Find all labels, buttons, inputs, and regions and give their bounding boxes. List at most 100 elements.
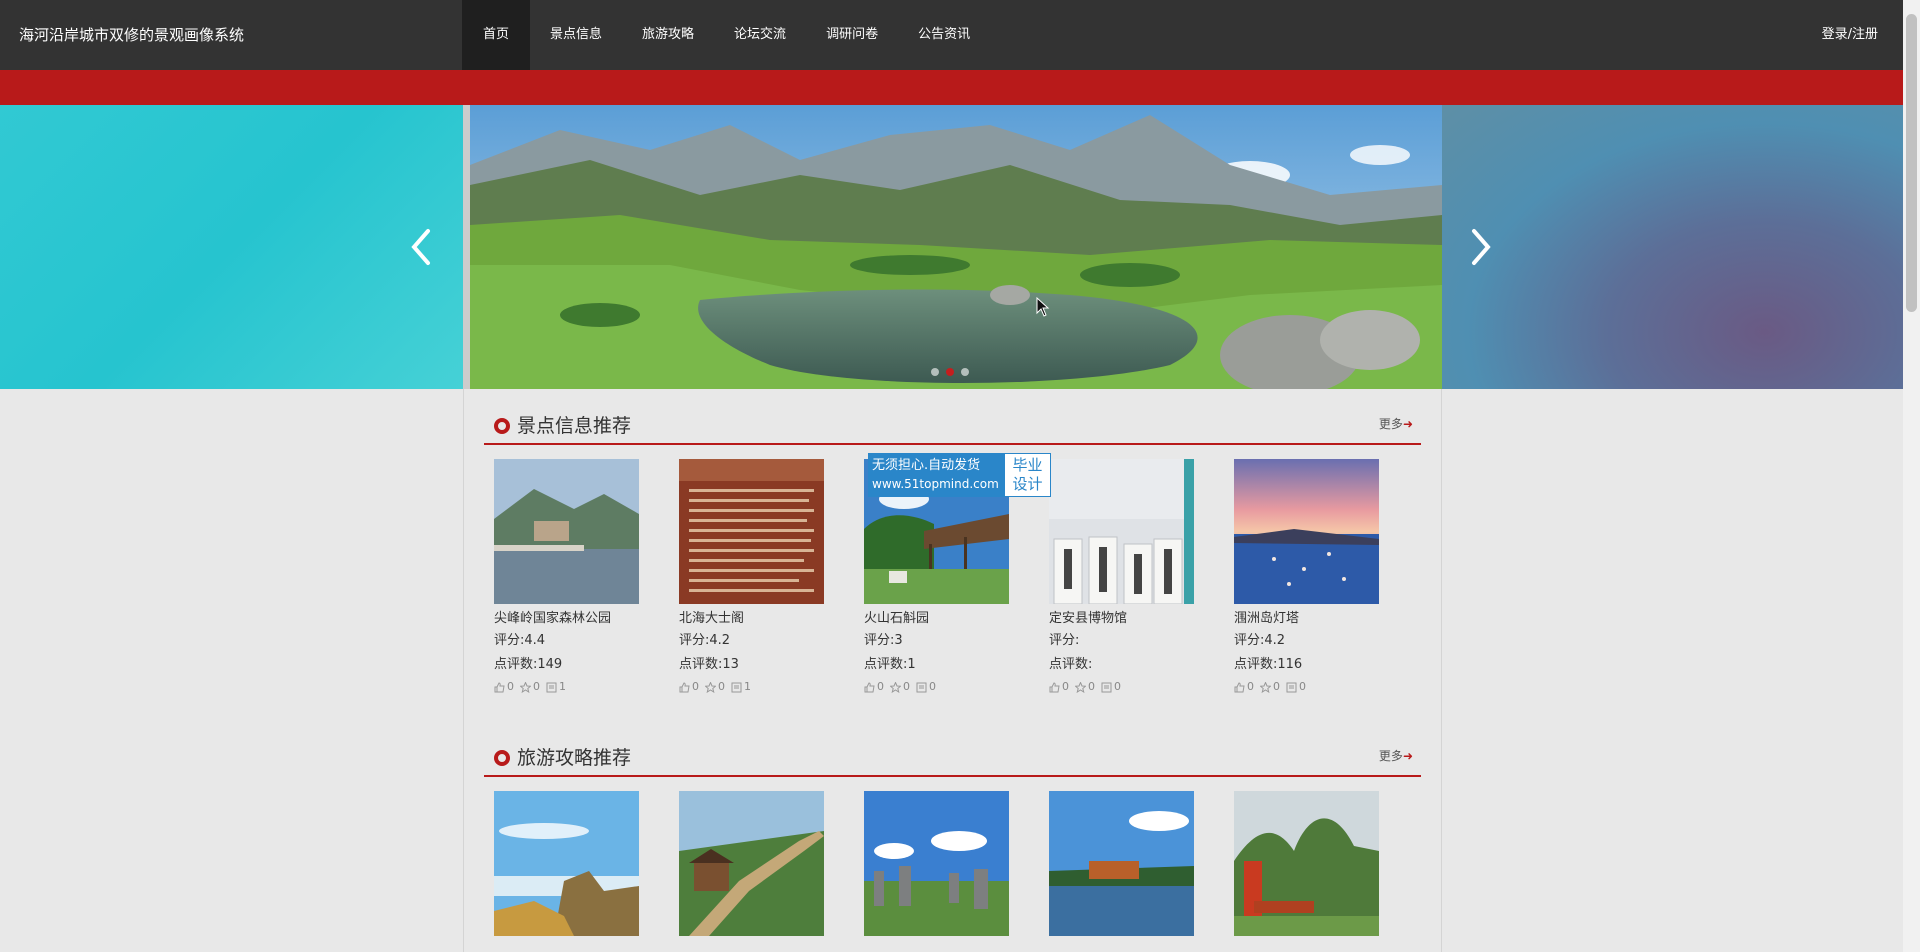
like-count: 0 xyxy=(877,680,884,693)
main-nav: 首页 景点信息 旅游攻略 论坛交流 调研问卷 公告资讯 xyxy=(462,0,990,70)
carousel-current-slide-image[interactable] xyxy=(470,105,1442,389)
comment-count: 1 xyxy=(559,680,566,693)
attraction-thumbnail[interactable] xyxy=(1234,459,1379,604)
nav-survey[interactable]: 调研问卷 xyxy=(806,0,898,70)
attraction-review-count: 点评数: xyxy=(1049,657,1093,672)
favorite-stat[interactable]: 0 xyxy=(890,677,910,697)
carousel-dot[interactable] xyxy=(931,368,939,376)
favorite-stat[interactable]: 0 xyxy=(1260,677,1280,697)
attraction-name[interactable]: 涠洲岛灯塔 xyxy=(1234,608,1379,629)
login-register-link[interactable]: 登录/注册 xyxy=(1822,0,1878,70)
guide-thumbnail[interactable] xyxy=(864,791,1009,936)
attraction-name[interactable]: 尖峰岭国家森林公园 xyxy=(494,608,639,629)
section-header: 旅游攻略推荐 更多➜ xyxy=(484,739,1421,777)
attractions-section: 景点信息推荐 更多➜ 尖峰岭国家森林公园 评分:4.4 点评数:149 0 0 … xyxy=(484,407,1421,693)
banner-carousel xyxy=(0,105,1903,389)
guide-thumbnail[interactable] xyxy=(1234,791,1379,936)
favorite-stat[interactable]: 0 xyxy=(520,677,540,697)
like-stat[interactable]: 0 xyxy=(494,677,514,697)
attraction-card: 尖峰岭国家森林公园 评分:4.4 点评数:149 0 0 1 xyxy=(494,459,639,697)
comment-count: 0 xyxy=(1299,680,1306,693)
nav-travel-guides[interactable]: 旅游攻略 xyxy=(622,0,714,70)
thumbs-up-icon xyxy=(864,681,875,692)
attraction-name[interactable]: 火山石斛园 xyxy=(864,608,1009,629)
carousel-dot-active[interactable] xyxy=(946,368,954,376)
guide-card xyxy=(1234,791,1379,936)
attraction-card: 定安县博物馆 评分: 点评数: 0 0 0 xyxy=(1049,459,1194,697)
comment-stat[interactable]: 1 xyxy=(731,677,751,697)
like-stat[interactable]: 0 xyxy=(679,677,699,697)
attraction-thumbnail[interactable] xyxy=(494,459,639,604)
attraction-rating: 评分:4.2 xyxy=(1234,633,1286,648)
attraction-rating: 评分:4.2 xyxy=(679,633,731,648)
mouse-cursor-icon xyxy=(1036,296,1050,321)
carousel-next-arrow-icon[interactable] xyxy=(1466,227,1496,267)
travel-guides-section: 旅游攻略推荐 更多➜ xyxy=(484,739,1421,936)
guide-cards xyxy=(494,791,1419,936)
watermark-line2: www.51topmind.com xyxy=(872,477,999,491)
favorite-count: 0 xyxy=(1088,680,1095,693)
nav-home[interactable]: 首页 xyxy=(462,0,531,70)
carousel-prev-arrow-icon[interactable] xyxy=(406,227,436,267)
guide-thumbnail[interactable] xyxy=(494,791,639,936)
attraction-stats: 0 0 0 xyxy=(864,677,1009,697)
watermark-side1: 毕业 xyxy=(1012,456,1043,474)
favorite-stat[interactable]: 0 xyxy=(705,677,725,697)
guide-card xyxy=(864,791,1009,936)
guide-card xyxy=(679,791,824,936)
attraction-stats: 0 0 0 xyxy=(1234,677,1379,697)
star-icon xyxy=(705,681,716,693)
scrollbar-thumb[interactable] xyxy=(1906,14,1917,312)
watermark-line1: 无须担心.自动发货 xyxy=(872,458,981,473)
guide-card xyxy=(494,791,639,936)
comment-stat[interactable]: 1 xyxy=(546,677,566,697)
like-stat[interactable]: 0 xyxy=(864,677,884,697)
section-header: 景点信息推荐 更多➜ xyxy=(484,407,1421,445)
guide-thumbnail[interactable] xyxy=(1049,791,1194,936)
site-title[interactable]: 海河沿岸城市双修的景观画像系统 xyxy=(19,0,244,70)
more-link[interactable]: 更多➜ xyxy=(1379,747,1413,764)
carousel-next-slide-image xyxy=(1442,105,1903,389)
carousel-dot[interactable] xyxy=(961,368,969,376)
like-stat[interactable]: 0 xyxy=(1049,677,1069,697)
like-count: 0 xyxy=(692,680,699,693)
more-label: 更多 xyxy=(1378,417,1403,431)
thumbs-up-icon xyxy=(1234,681,1245,692)
comment-count: 0 xyxy=(1114,680,1121,693)
attraction-stats: 0 0 0 xyxy=(1049,677,1194,697)
watermark-text: 无须担心.自动发货 www.51topmind.com xyxy=(868,453,1004,497)
attraction-thumbnail[interactable] xyxy=(1049,459,1194,604)
nav-announcements[interactable]: 公告资讯 xyxy=(898,0,990,70)
guide-thumbnail[interactable] xyxy=(679,791,824,936)
attraction-review-count: 点评数:13 xyxy=(679,657,739,672)
comment-stat[interactable]: 0 xyxy=(916,677,936,697)
comment-stat[interactable]: 0 xyxy=(1101,677,1121,697)
comment-icon xyxy=(1101,682,1112,692)
comment-stat[interactable]: 0 xyxy=(1286,677,1306,697)
favorite-stat[interactable]: 0 xyxy=(1075,677,1095,697)
arrow-right-icon: ➜ xyxy=(1402,417,1413,431)
like-stat[interactable]: 0 xyxy=(1234,677,1254,697)
attraction-stats: 0 0 1 xyxy=(494,677,639,697)
attraction-thumbnail[interactable] xyxy=(679,459,824,604)
watermark-badge[interactable]: 无须担心.自动发货 www.51topmind.com 毕业 设计 xyxy=(868,453,1051,497)
section-title: 景点信息推荐 xyxy=(517,415,632,437)
more-label: 更多 xyxy=(1378,749,1403,763)
watermark-side2: 设计 xyxy=(1012,475,1043,493)
star-icon xyxy=(520,681,531,693)
like-count: 0 xyxy=(1247,680,1254,693)
nav-attractions[interactable]: 景点信息 xyxy=(530,0,622,70)
arrow-right-icon: ➜ xyxy=(1402,749,1413,763)
guide-card xyxy=(1049,791,1194,936)
attraction-name[interactable]: 定安县博物馆 xyxy=(1049,608,1194,629)
nav-forum[interactable]: 论坛交流 xyxy=(714,0,806,70)
comment-count: 1 xyxy=(744,680,751,693)
attraction-rating: 评分: xyxy=(1049,633,1080,648)
attraction-name[interactable]: 北海大士阁 xyxy=(679,608,824,629)
comment-icon xyxy=(1286,682,1297,692)
page-scrollbar[interactable] xyxy=(1903,0,1920,952)
attraction-review-count: 点评数:149 xyxy=(494,657,563,672)
comment-icon xyxy=(731,682,742,692)
more-link[interactable]: 更多➜ xyxy=(1379,415,1413,432)
thumbs-up-icon xyxy=(494,681,505,692)
